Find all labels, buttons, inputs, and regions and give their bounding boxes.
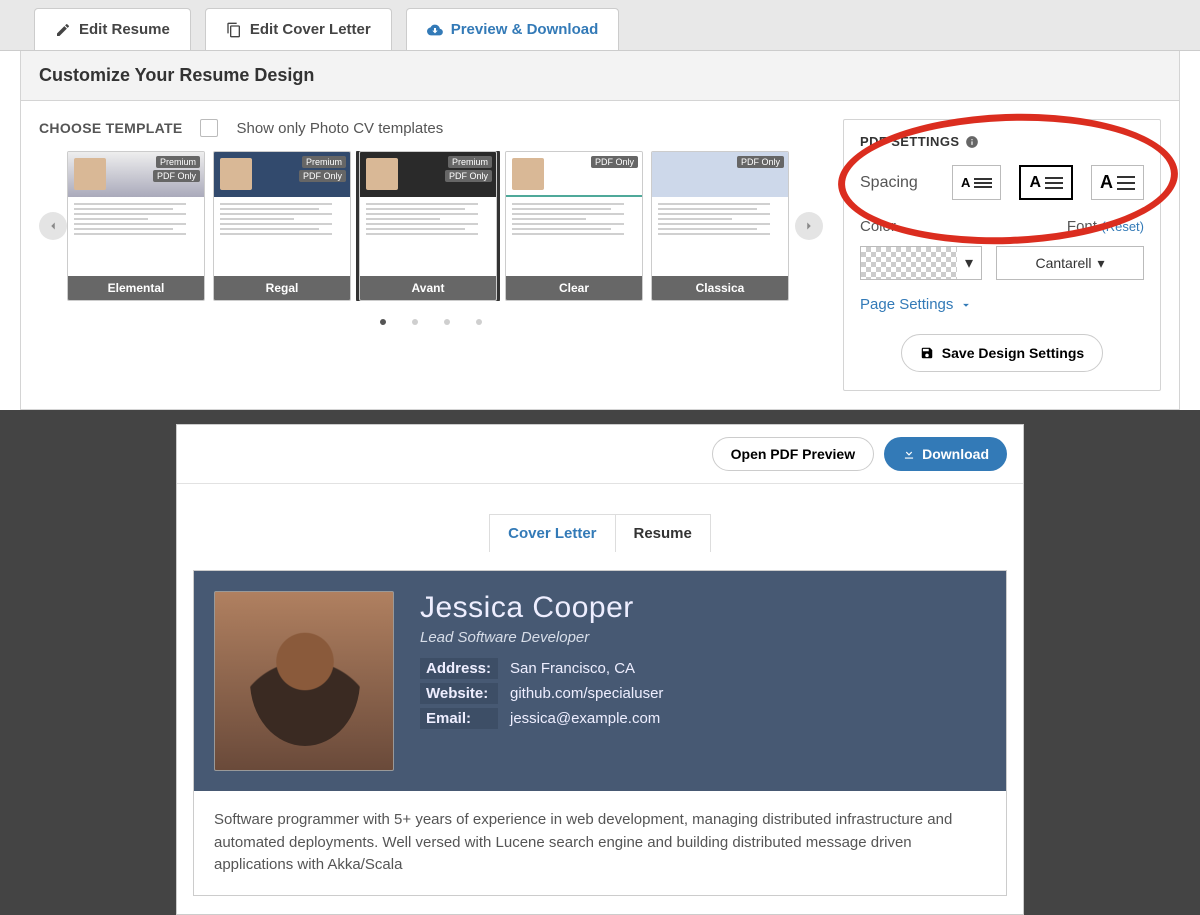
tab-label: Edit Cover Letter [250, 21, 371, 38]
spacing-options: A A A [952, 165, 1144, 200]
choose-template-label: CHOOSE TEMPLATE [39, 120, 182, 136]
resume-photo [214, 591, 394, 771]
resume-card: Jessica Cooper Lead Software Developer A… [193, 570, 1007, 896]
document-preview: Open PDF Preview Download Cover Letter R… [176, 424, 1024, 915]
spacing-compact-button[interactable]: A [952, 165, 1001, 200]
caret-down-icon: ▾ [957, 253, 981, 273]
pdf-settings-title: PDF SETTINGS [860, 134, 1144, 149]
color-label: Color [860, 218, 896, 236]
carousel-dot[interactable] [380, 319, 386, 325]
save-design-button[interactable]: Save Design Settings [901, 334, 1103, 372]
caret-down-icon: ▾ [1098, 255, 1105, 272]
carousel-dot[interactable] [476, 319, 482, 325]
carousel-dot[interactable] [444, 319, 450, 325]
design-panel: Customize Your Resume Design CHOOSE TEMP… [20, 51, 1180, 410]
template-elemental[interactable]: PremiumPDF Only Elemental [67, 151, 205, 301]
copy-icon [226, 22, 242, 38]
template-classica[interactable]: PDF Only Classica [651, 151, 789, 301]
save-icon [920, 346, 934, 360]
tab-edit-cover[interactable]: Edit Cover Letter [205, 8, 392, 50]
pencil-icon [55, 22, 71, 38]
tab-label: Edit Resume [79, 21, 170, 38]
tab-label: Preview & Download [451, 21, 599, 38]
resume-name: Jessica Cooper [420, 591, 986, 625]
color-swatch [861, 247, 957, 279]
doc-tab-cover-letter[interactable]: Cover Letter [490, 515, 614, 552]
carousel-dot[interactable] [412, 319, 418, 325]
template-section: CHOOSE TEMPLATE Show only Photo CV templ… [39, 119, 823, 391]
font-dropdown[interactable]: Cantarell ▾ [996, 246, 1144, 280]
template-regal[interactable]: PremiumPDF Only Regal [213, 151, 351, 301]
download-icon [902, 447, 916, 461]
chevron-down-icon [959, 298, 973, 312]
resume-role: Lead Software Developer [420, 629, 986, 646]
carousel-next-button[interactable] [795, 212, 823, 240]
open-pdf-button[interactable]: Open PDF Preview [712, 437, 874, 471]
panel-title: Customize Your Resume Design [21, 51, 1179, 101]
spacing-label: Spacing [860, 174, 918, 192]
photo-only-checkbox[interactable] [200, 119, 218, 137]
template-avant[interactable]: PremiumPDF Only Avant [359, 151, 497, 301]
font-reset-link[interactable]: (Reset) [1101, 219, 1144, 234]
chevron-right-icon [802, 219, 816, 233]
spacing-normal-button[interactable]: A [1019, 165, 1073, 200]
carousel-prev-button[interactable] [39, 212, 67, 240]
tab-preview-download[interactable]: Preview & Download [406, 8, 620, 50]
page-settings-toggle[interactable]: Page Settings [860, 296, 973, 313]
pdf-settings: PDF SETTINGS Spacing A A A Color Font (R [843, 119, 1161, 391]
tab-edit-resume[interactable]: Edit Resume [34, 8, 191, 50]
template-thumbs: PremiumPDF Only Elemental PremiumPDF Onl… [67, 151, 795, 301]
spacing-wide-button[interactable]: A [1091, 165, 1144, 200]
template-carousel: PremiumPDF Only Elemental PremiumPDF Onl… [39, 151, 823, 301]
main-tabs: Edit Resume Edit Cover Letter Preview & … [0, 0, 1200, 51]
cloud-download-icon [427, 22, 443, 38]
font-label-group: Font (Reset) [1067, 218, 1144, 236]
doc-tab-resume[interactable]: Resume [615, 515, 710, 552]
resume-summary: Software programmer with 5+ years of exp… [194, 791, 1006, 895]
download-button[interactable]: Download [884, 437, 1007, 471]
chevron-left-icon [46, 219, 60, 233]
carousel-dots [39, 319, 823, 325]
color-picker[interactable]: ▾ [860, 246, 982, 280]
info-icon[interactable] [965, 135, 979, 149]
preview-area: Open PDF Preview Download Cover Letter R… [0, 410, 1200, 915]
photo-only-label: Show only Photo CV templates [236, 120, 443, 137]
template-clear[interactable]: PDF Only Clear [505, 151, 643, 301]
